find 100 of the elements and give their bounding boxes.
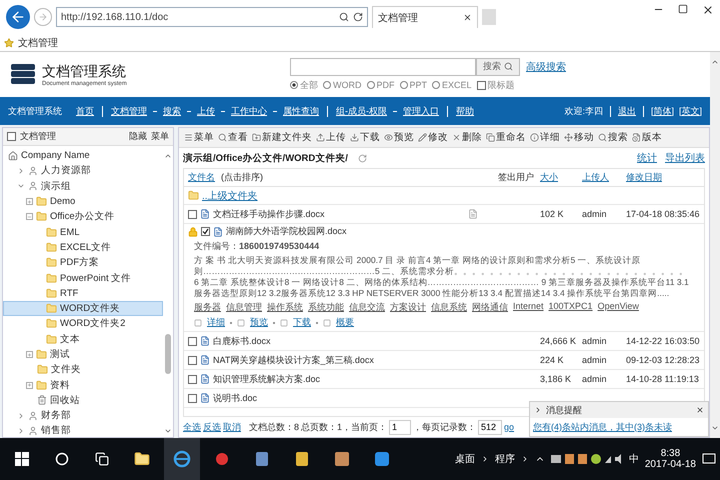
browser-tab[interactable]: 文档管理 bbox=[372, 6, 478, 28]
maximize-icon[interactable] bbox=[678, 4, 688, 14]
close-icon[interactable] bbox=[702, 4, 714, 16]
file-name[interactable]: 湖南師大外语学院校园网.docx bbox=[226, 225, 347, 238]
input-method[interactable]: 中 bbox=[628, 452, 639, 466]
column-header[interactable]: 上传人 bbox=[582, 172, 609, 182]
file-type-radio[interactable]: EXCEL bbox=[432, 80, 472, 90]
nav-link[interactable]: 上传 bbox=[197, 104, 215, 118]
file-name[interactable]: 知识管理系统解决方案.doc bbox=[213, 372, 320, 386]
nav-link[interactable]: 工作中心 bbox=[231, 104, 267, 118]
expand-toggle[interactable] bbox=[26, 198, 33, 206]
menu-button[interactable]: 菜单 bbox=[151, 130, 169, 143]
toolbar-label[interactable]: 桌面 bbox=[454, 452, 475, 466]
tree-item[interactable]: RTF bbox=[3, 286, 163, 301]
file-name[interactable]: 白鹿标书.docx bbox=[213, 334, 271, 348]
tree-item[interactable]: 测试 bbox=[3, 346, 163, 362]
selection-link[interactable]: 全选 bbox=[183, 420, 201, 434]
refresh-icon[interactable] bbox=[353, 12, 363, 22]
toolbar-button[interactable]: 修改 bbox=[417, 131, 449, 144]
file-action-link[interactable]: 预览 bbox=[250, 316, 268, 329]
tree-item[interactable]: 文本 bbox=[3, 332, 163, 347]
go-link[interactable]: go bbox=[504, 422, 514, 432]
tree-item[interactable]: EML bbox=[3, 224, 163, 240]
toolbar-button[interactable]: 预览 bbox=[383, 131, 415, 144]
tree-item[interactable]: 文件夹 bbox=[3, 362, 163, 378]
row-checkbox[interactable] bbox=[188, 374, 197, 384]
search-field[interactable] bbox=[290, 58, 476, 76]
expand-toggle[interactable] bbox=[17, 412, 25, 420]
toolbar-button[interactable]: 重命名 bbox=[485, 131, 527, 144]
clock-date[interactable]: 2017-04-18 bbox=[644, 459, 696, 470]
row-checkbox[interactable] bbox=[188, 394, 197, 402]
keyword-tag[interactable]: 网络通信 bbox=[472, 301, 508, 314]
title-only-checkbox[interactable]: 限标题 bbox=[476, 78, 515, 92]
nav-link[interactable]: 帮助 bbox=[456, 104, 474, 118]
file-type-radio[interactable]: PDF bbox=[366, 80, 394, 90]
keyword-tag[interactable]: 方案设计 bbox=[390, 301, 426, 314]
tree-item[interactable]: 回收站 bbox=[3, 392, 163, 408]
file-action-link[interactable]: 下载 bbox=[293, 316, 311, 329]
file-action-link[interactable]: 概要 bbox=[336, 316, 354, 329]
page-scrollbar[interactable] bbox=[710, 52, 720, 438]
user-link[interactable]: 退出 bbox=[618, 104, 636, 118]
expand-toggle[interactable] bbox=[26, 351, 33, 358]
nav-link[interactable]: 管理入口 bbox=[403, 104, 439, 118]
toolbar-button[interactable]: 搜索 bbox=[597, 131, 629, 144]
file-action-link[interactable]: 详细 bbox=[207, 316, 225, 329]
tree-item[interactable]: WORD文件夹2 bbox=[3, 316, 163, 332]
file-name[interactable]: 说明书.doc bbox=[213, 392, 258, 404]
scroll-up-icon[interactable] bbox=[711, 58, 719, 66]
column-header[interactable]: 大小 bbox=[540, 172, 558, 182]
chevron-right-icon[interactable] bbox=[534, 406, 542, 414]
expand-toggle[interactable] bbox=[17, 166, 25, 175]
user-link[interactable]: [简体] bbox=[650, 104, 674, 118]
back-button[interactable] bbox=[6, 5, 30, 29]
tree-item[interactable]: WORD文件夹 bbox=[3, 300, 163, 316]
close-icon[interactable] bbox=[463, 13, 472, 22]
parent-folder-link[interactable]: ..上级文件夹 bbox=[202, 188, 258, 202]
keyword-tag[interactable]: 系统功能 bbox=[308, 301, 344, 314]
action-link[interactable]: 导出列表 bbox=[665, 151, 705, 165]
keyword-tag[interactable]: 信息管理 bbox=[226, 301, 262, 314]
expand-toggle[interactable] bbox=[26, 382, 33, 389]
toolbar-button[interactable]: 查看 bbox=[217, 131, 249, 144]
search-icon[interactable] bbox=[339, 12, 349, 22]
per-page-input[interactable]: 512 bbox=[478, 420, 502, 434]
tree-item[interactable]: Company Name bbox=[3, 148, 163, 164]
row-checkbox[interactable] bbox=[188, 356, 197, 364]
scroll-down-icon[interactable] bbox=[164, 427, 172, 435]
selection-link[interactable]: 反选 bbox=[203, 420, 221, 434]
toolbar-button[interactable]: 菜单 bbox=[183, 131, 215, 144]
tree-item[interactable]: EXCEL文件 bbox=[3, 240, 163, 256]
row-checkbox[interactable] bbox=[188, 210, 197, 218]
keyword-tag[interactable]: 信息交流 bbox=[349, 301, 385, 314]
nav-link[interactable]: 属性查询 bbox=[283, 104, 319, 118]
action-link[interactable]: 统计 bbox=[637, 151, 657, 165]
user-link[interactable]: [英文] bbox=[678, 104, 702, 118]
nav-link[interactable]: 搜索 bbox=[163, 104, 181, 118]
file-name[interactable]: NAT网关穿越模块设计方案_第三稿.docx bbox=[213, 354, 374, 366]
toolbar-button[interactable]: 版本 bbox=[631, 131, 663, 144]
toolbar-button[interactable]: 新建文件夹 bbox=[251, 131, 313, 144]
tree-item[interactable]: 演示组 bbox=[3, 178, 163, 194]
toolbar-button[interactable]: 移动 bbox=[563, 131, 595, 144]
keyword-tag[interactable]: 100TXPC1 bbox=[548, 301, 593, 314]
scroll-up-icon[interactable] bbox=[164, 152, 172, 160]
scroll-down-icon[interactable] bbox=[711, 424, 719, 432]
address-bar[interactable]: http://192.168.110.1/doc bbox=[56, 7, 368, 27]
keyword-tag[interactable]: OpenView bbox=[598, 301, 639, 314]
tree-item[interactable]: 人力资源部 bbox=[3, 163, 163, 179]
keyword-tag[interactable]: 信息系统 bbox=[431, 301, 467, 314]
row-checkbox[interactable] bbox=[188, 336, 197, 346]
browser-app-icon[interactable] bbox=[164, 438, 200, 480]
tray-icons-drawing[interactable] bbox=[550, 453, 623, 465]
tree-item[interactable]: Demo bbox=[3, 194, 163, 210]
notification-icon[interactable] bbox=[702, 452, 716, 466]
tree-item[interactable]: 销售部 bbox=[3, 423, 163, 439]
expand-toggle[interactable] bbox=[17, 426, 25, 435]
nav-link[interactable]: 组-成员-权限 bbox=[336, 104, 387, 118]
toolbar-button[interactable]: 详细 bbox=[529, 131, 561, 144]
message-link[interactable]: 您有(4)条站内消息，其中(3)条未读 bbox=[533, 420, 672, 434]
nav-link[interactable]: 首页 bbox=[76, 104, 94, 118]
tree-item[interactable]: 财务部 bbox=[3, 408, 163, 424]
column-header[interactable]: 文件名 bbox=[188, 172, 215, 182]
